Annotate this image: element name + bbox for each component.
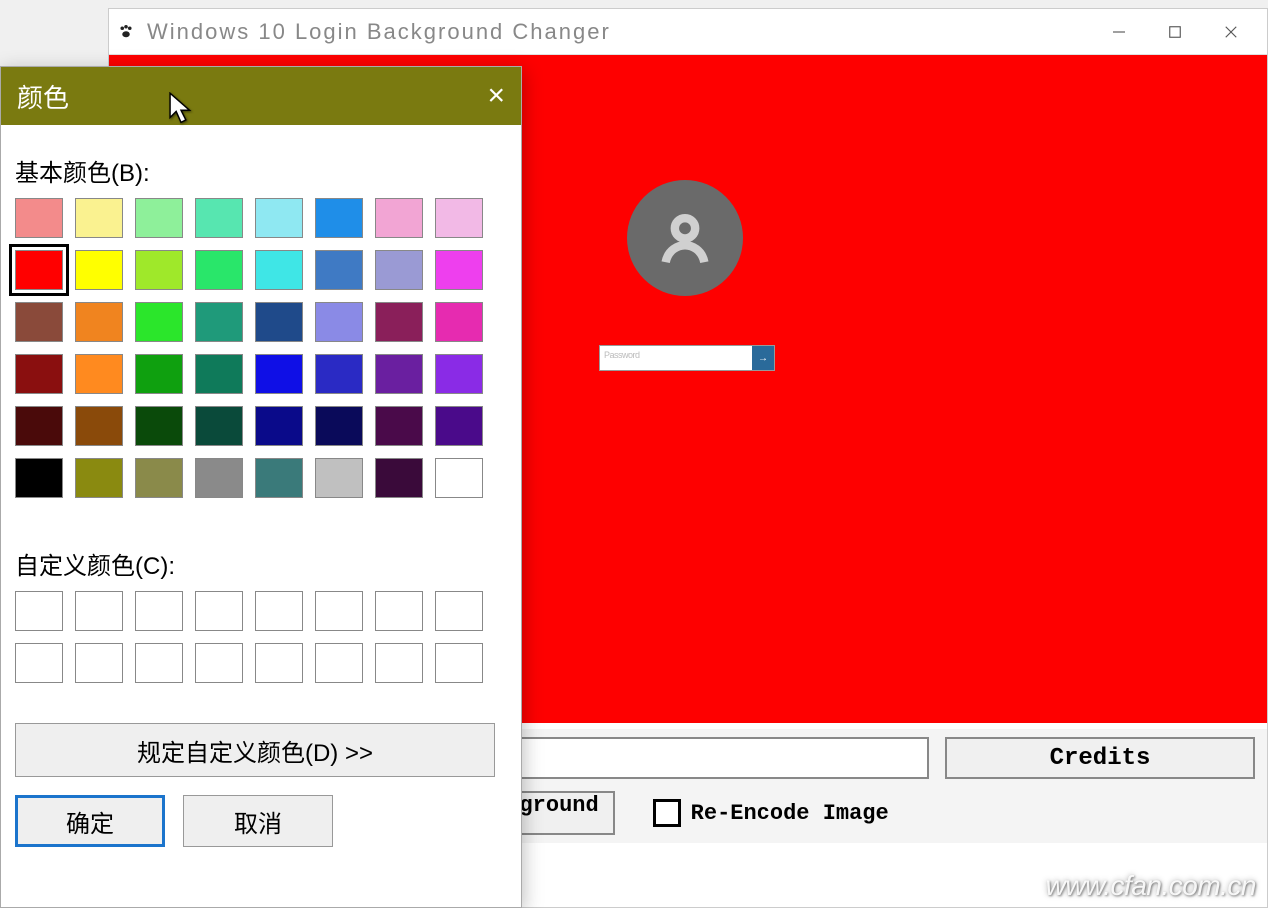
basic-color-swatch[interactable] [315, 198, 363, 238]
custom-color-slot[interactable] [435, 591, 483, 631]
basic-color-swatch[interactable] [15, 198, 63, 238]
basic-color-swatch[interactable] [75, 354, 123, 394]
custom-color-slot[interactable] [435, 643, 483, 683]
main-window-title: Windows 10 Login Background Changer [147, 19, 1091, 45]
custom-color-slot[interactable] [75, 591, 123, 631]
custom-color-slot[interactable] [195, 591, 243, 631]
custom-color-slot[interactable] [255, 591, 303, 631]
basic-color-swatch[interactable] [195, 302, 243, 342]
basic-color-swatch[interactable] [435, 250, 483, 290]
custom-color-slot[interactable] [195, 643, 243, 683]
basic-color-swatch[interactable] [255, 458, 303, 498]
credits-button[interactable]: Credits [945, 737, 1255, 779]
custom-color-slot[interactable] [15, 591, 63, 631]
basic-color-swatch[interactable] [15, 354, 63, 394]
basic-color-swatch[interactable] [255, 354, 303, 394]
basic-color-swatch[interactable] [375, 302, 423, 342]
basic-color-swatch[interactable] [435, 302, 483, 342]
minimize-button[interactable] [1091, 10, 1147, 54]
basic-color-swatch[interactable] [435, 198, 483, 238]
basic-color-swatch[interactable] [75, 198, 123, 238]
basic-color-swatch[interactable] [375, 406, 423, 446]
basic-color-swatch[interactable] [195, 406, 243, 446]
basic-color-swatch[interactable] [435, 458, 483, 498]
custom-color-slot[interactable] [315, 643, 363, 683]
basic-color-swatch[interactable] [75, 302, 123, 342]
basic-color-swatch[interactable] [15, 250, 63, 290]
basic-color-swatch[interactable] [75, 250, 123, 290]
basic-color-swatch[interactable] [375, 250, 423, 290]
color-dialog-close-icon[interactable]: × [487, 79, 505, 113]
password-placeholder: Password [600, 346, 752, 370]
define-custom-colors-button[interactable]: 规定自定义颜色(D) >> [15, 723, 495, 777]
basic-color-swatch[interactable] [15, 302, 63, 342]
custom-color-slot[interactable] [315, 591, 363, 631]
custom-color-slot[interactable] [135, 591, 183, 631]
basic-color-swatch[interactable] [135, 250, 183, 290]
window-controls [1091, 10, 1259, 54]
basic-color-swatch[interactable] [315, 458, 363, 498]
custom-color-slot[interactable] [135, 643, 183, 683]
maximize-button[interactable] [1147, 10, 1203, 54]
basic-color-swatch[interactable] [255, 406, 303, 446]
color-dialog-titlebar[interactable]: 颜色 × [1, 67, 521, 125]
basic-color-swatch[interactable] [435, 406, 483, 446]
basic-color-swatch[interactable] [195, 458, 243, 498]
basic-color-swatch[interactable] [135, 458, 183, 498]
basic-color-swatch[interactable] [195, 198, 243, 238]
basic-color-swatch[interactable] [375, 354, 423, 394]
custom-color-slot[interactable] [15, 643, 63, 683]
password-field-preview: Password → [599, 345, 775, 371]
basic-color-swatch[interactable] [315, 250, 363, 290]
main-titlebar[interactable]: Windows 10 Login Background Changer [109, 9, 1267, 55]
basic-color-swatch[interactable] [75, 406, 123, 446]
basic-colors-grid [15, 198, 507, 498]
custom-color-slot[interactable] [75, 643, 123, 683]
basic-color-swatch[interactable] [15, 406, 63, 446]
cancel-button[interactable]: 取消 [183, 795, 333, 847]
basic-color-swatch[interactable] [315, 354, 363, 394]
custom-color-slot[interactable] [375, 591, 423, 631]
basic-color-swatch[interactable] [315, 302, 363, 342]
avatar-icon [627, 180, 743, 296]
app-paw-icon [117, 23, 135, 41]
submit-arrow-icon: → [752, 346, 774, 370]
custom-colors-label: 自定义颜色(C): [15, 546, 507, 581]
reencode-label: Re-Encode Image [691, 801, 889, 826]
ok-button[interactable]: 确定 [15, 795, 165, 847]
basic-color-swatch[interactable] [315, 406, 363, 446]
basic-color-swatch[interactable] [135, 198, 183, 238]
custom-colors-grid [15, 591, 507, 683]
basic-color-swatch[interactable] [15, 458, 63, 498]
basic-color-swatch[interactable] [135, 406, 183, 446]
basic-color-swatch[interactable] [75, 458, 123, 498]
basic-color-swatch[interactable] [135, 354, 183, 394]
color-dialog-title: 颜色 [17, 78, 487, 115]
reencode-checkbox[interactable] [653, 799, 681, 827]
close-button[interactable] [1203, 10, 1259, 54]
basic-color-swatch[interactable] [435, 354, 483, 394]
basic-color-swatch[interactable] [375, 458, 423, 498]
reencode-option[interactable]: Re-Encode Image [653, 799, 889, 827]
basic-color-swatch[interactable] [375, 198, 423, 238]
basic-colors-label: 基本颜色(B): [15, 153, 507, 188]
color-dialog: 颜色 × 基本颜色(B): 自定义颜色(C): 规定自定义颜色(D) >> 确定… [0, 66, 522, 908]
basic-color-swatch[interactable] [195, 250, 243, 290]
basic-color-swatch[interactable] [255, 198, 303, 238]
basic-color-swatch[interactable] [135, 302, 183, 342]
custom-color-slot[interactable] [255, 643, 303, 683]
basic-color-swatch[interactable] [255, 250, 303, 290]
basic-color-swatch[interactable] [255, 302, 303, 342]
custom-color-slot[interactable] [375, 643, 423, 683]
basic-color-swatch[interactable] [195, 354, 243, 394]
